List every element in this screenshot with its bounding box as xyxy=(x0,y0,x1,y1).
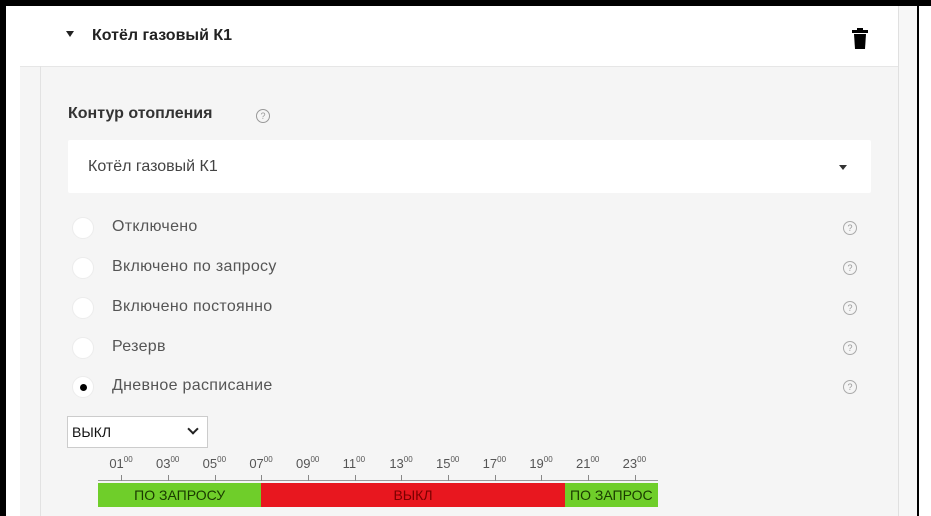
mode-option-on-demand[interactable]: Включено по запросу ? xyxy=(70,257,870,281)
timeline-axis xyxy=(98,480,658,481)
radio-button[interactable] xyxy=(72,337,94,359)
help-icon[interactable]: ? xyxy=(843,380,857,394)
schedule-mode-select[interactable]: ВЫКЛ xyxy=(67,416,208,448)
hour-tick-label: 2100 xyxy=(576,455,600,471)
mode-label: Резерв xyxy=(112,338,166,355)
radio-button[interactable] xyxy=(72,297,94,319)
collapse-caret-icon[interactable] xyxy=(66,31,74,37)
hour-tick xyxy=(588,475,589,481)
hour-tick xyxy=(634,475,636,481)
hour-tick xyxy=(448,475,449,481)
circuit-select-value: Котёл газовый К1 xyxy=(88,158,218,175)
hour-tick-label: 0500 xyxy=(202,455,227,471)
trash-icon[interactable] xyxy=(851,28,869,50)
hour-tick-label: 1100 xyxy=(342,455,366,471)
help-icon[interactable]: ? xyxy=(843,261,857,275)
hour-tick xyxy=(541,475,543,481)
mode-option-daily-schedule[interactable]: Дневное расписание ? xyxy=(70,376,870,400)
circuit-select[interactable]: Котёл газовый К1 xyxy=(68,140,871,193)
scrollbar-track[interactable] xyxy=(898,6,917,516)
hour-tick xyxy=(401,475,403,481)
schedule-segment[interactable]: ПО ЗАПРОС xyxy=(564,483,658,507)
schedule-mode-value: ВЫКЛ xyxy=(72,424,112,440)
panel-left-border xyxy=(40,66,41,516)
hour-tick-label: 2300 xyxy=(622,455,647,471)
help-icon[interactable]: ? xyxy=(256,109,270,123)
hour-tick xyxy=(214,475,216,481)
hour-tick-label: 1900 xyxy=(529,455,553,471)
schedule-segment[interactable]: ПО ЗАПРОСУ xyxy=(98,483,262,507)
hour-tick-label: 0100 xyxy=(109,455,133,471)
radio-button-selected[interactable] xyxy=(72,376,94,398)
left-gutter xyxy=(6,6,20,516)
help-icon[interactable]: ? xyxy=(843,221,857,235)
hour-tick-label: 0700 xyxy=(249,455,273,471)
mode-option-off[interactable]: Отключено ? xyxy=(70,217,870,241)
hour-tick-label: 1300 xyxy=(389,455,413,471)
mode-option-always-on[interactable]: Включено постоянно ? xyxy=(70,297,870,321)
heating-circuit-label: Контур отопления xyxy=(68,105,213,122)
radio-button[interactable] xyxy=(72,217,94,239)
hour-tick-label: 0900 xyxy=(296,455,320,471)
panel-title: Котёл газовый К1 xyxy=(92,27,233,44)
schedule-timeline[interactable]: 0100 0300 0500 0700 0900 1100 1300 1500 1700 1900… xyxy=(98,455,658,510)
hour-tick xyxy=(121,475,123,481)
mode-label: Включено по запросу xyxy=(112,258,277,275)
hour-tick xyxy=(261,475,263,481)
mode-label: Отключено xyxy=(112,218,198,235)
hour-tick xyxy=(308,475,309,481)
hour-tick-label: 0300 xyxy=(156,455,180,471)
chevron-down-icon xyxy=(187,423,199,435)
hour-tick xyxy=(168,475,169,481)
radio-button[interactable] xyxy=(72,257,94,279)
help-icon[interactable]: ? xyxy=(843,341,857,355)
mode-label: Включено постоянно xyxy=(112,298,273,315)
mode-label: Дневное расписание xyxy=(112,377,273,394)
hour-tick xyxy=(354,475,356,481)
hour-tick xyxy=(494,475,496,481)
dropdown-arrow-icon xyxy=(839,165,847,170)
help-icon[interactable]: ? xyxy=(843,301,857,315)
mode-option-reserve[interactable]: Резерв ? xyxy=(70,337,870,361)
schedule-segment[interactable]: ВЫКЛ xyxy=(261,483,565,507)
hour-tick-label: 1500 xyxy=(436,455,460,471)
hour-tick-label: 1700 xyxy=(482,455,507,471)
